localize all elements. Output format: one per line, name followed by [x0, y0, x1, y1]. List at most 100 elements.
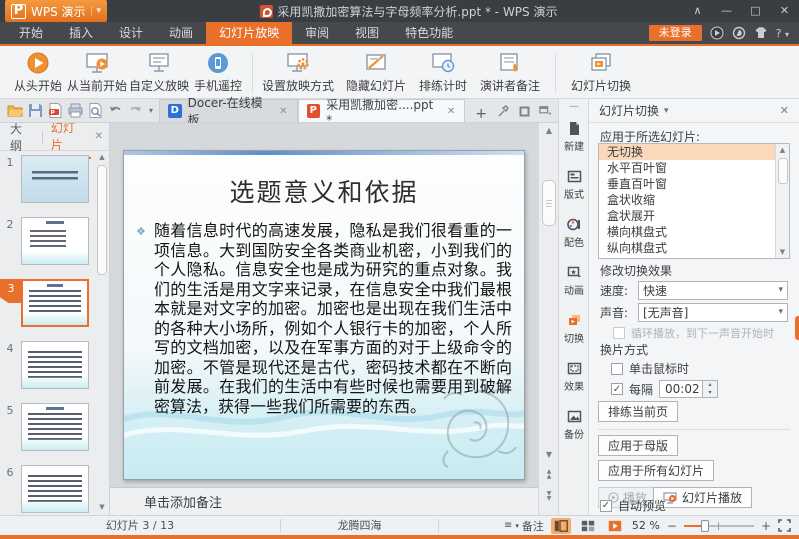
minimize-button[interactable]: — [712, 0, 741, 22]
tab-insert[interactable]: 插入 [56, 22, 106, 44]
scroll-up-icon[interactable]: ▲ [776, 146, 789, 154]
spin-up-icon[interactable]: ▴ [703, 381, 717, 389]
redo-icon[interactable] [127, 102, 144, 119]
auto-preview-checkbox[interactable]: ✓ [600, 499, 612, 512]
setup-show-button[interactable]: 设置放映方式 [259, 49, 337, 96]
scroll-up-icon[interactable]: ▲ [96, 153, 108, 161]
print-preview-icon[interactable] [87, 102, 104, 119]
slide-transition-button[interactable]: 幻灯片切换 [562, 49, 640, 96]
print-icon[interactable] [67, 102, 84, 119]
slide-thumbnail-4[interactable] [21, 341, 89, 389]
rehearse-current-button[interactable]: 排练当前页 [598, 401, 679, 422]
zoom-slider-handle[interactable] [700, 519, 709, 532]
transition-option-none[interactable]: 无切换 [599, 144, 789, 160]
on-mouse-click-checkbox[interactable] [611, 362, 623, 375]
launcher-color-scheme[interactable]: 配色 [559, 217, 589, 249]
feedback-icon[interactable] [710, 26, 724, 40]
close-button[interactable]: ✕ [770, 0, 799, 22]
custom-show-button[interactable]: 自定义放映 [128, 49, 190, 96]
help-button[interactable]: ? ▾ [776, 27, 789, 40]
launcher-effect[interactable]: 效果 [559, 361, 589, 393]
slide-canvas[interactable]: 选题意义和依据 ❖ 随着信息时代的高速发展，隐私是我们很看重的一项信息。大到国防… [123, 150, 525, 480]
zoom-out-button[interactable]: − [667, 519, 677, 533]
slide-thumbnail-2[interactable] [21, 217, 89, 265]
transition-option[interactable]: 盒状展开 [599, 208, 789, 224]
tab-animation[interactable]: 动画 [156, 22, 206, 44]
close-icon[interactable]: ✕ [95, 131, 103, 142]
chevron-down-icon[interactable]: ▾ [664, 106, 669, 116]
export-pdf-icon[interactable] [47, 102, 64, 119]
workspace-icon[interactable] [518, 105, 531, 118]
auto-advance-checkbox[interactable]: ✓ [611, 383, 623, 395]
tab-review[interactable]: 审阅 [292, 22, 342, 44]
loop-sound-checkbox[interactable] [613, 327, 625, 339]
save-icon[interactable] [27, 102, 44, 119]
transition-option[interactable]: 水平百叶窗 [599, 160, 789, 176]
main-scrollbar[interactable]: ▲ ▼ ▲ ▲ ▼ ▼ [538, 123, 558, 515]
undo-icon[interactable] [107, 102, 124, 119]
tab-list-icon[interactable] [539, 105, 552, 118]
notes-area[interactable]: 单击添加备注 [110, 487, 538, 515]
scroll-up-icon[interactable]: ▲ [539, 126, 559, 135]
transition-option[interactable]: 纵向棋盘式 [599, 240, 789, 256]
sound-select[interactable]: [无声音] ▾ [638, 302, 788, 322]
slide-thumbnail-6[interactable] [21, 465, 89, 513]
skin-icon[interactable] [754, 26, 768, 40]
phone-remote-button[interactable]: 手机遥控 [190, 49, 246, 96]
zoom-in-button[interactable]: + [761, 519, 771, 533]
close-tab-icon[interactable]: ✕ [278, 106, 288, 117]
sidebar-scrollbar[interactable]: ▲ ▼ [96, 153, 108, 511]
launcher-transition[interactable]: 切换 [559, 313, 589, 345]
doc-tab-docer[interactable]: D Docer-在线模板 ✕ [159, 96, 298, 127]
sidebar-scrollbar-thumb[interactable] [97, 165, 107, 275]
launcher-new[interactable]: 新建 [559, 121, 589, 153]
listbox-scrollbar[interactable]: ▲ ▼ [775, 144, 789, 258]
tab-view[interactable]: 视图 [342, 22, 392, 44]
transition-option[interactable]: 盒状收缩 [599, 192, 789, 208]
tab-design[interactable]: 设计 [106, 22, 156, 44]
close-tab-icon[interactable]: ✕ [446, 106, 456, 117]
normal-view-button[interactable] [550, 517, 571, 534]
slide-thumbnail-3-selected[interactable] [21, 279, 89, 327]
hide-pane-button[interactable]: — [559, 101, 589, 112]
next-slide-button[interactable]: ▼ ▼ [539, 491, 559, 502]
app-menu-button[interactable]: P WPS 演示 ▾ [5, 0, 108, 22]
slideshow-play-button[interactable]: 幻灯片播放 [653, 487, 753, 508]
transition-option[interactable]: 垂直百叶窗 [599, 176, 789, 192]
scroll-down-icon[interactable]: ▼ [776, 248, 789, 256]
qat-dropdown-icon[interactable]: ▾ [147, 106, 155, 115]
slideshow-view-button[interactable] [605, 518, 625, 534]
slide-body-block[interactable]: ❖ 随着信息时代的高速发展，隐私是我们很看重的一项信息。大到国防安全各类商业机密… [136, 221, 512, 416]
from-current-button[interactable]: 从当前开始 [66, 49, 128, 96]
transition-option[interactable]: 横向棋盘式 [599, 224, 789, 240]
outline-tab[interactable]: 大纲 [6, 123, 38, 158]
slide-thumbnail-1[interactable] [21, 155, 89, 203]
presenter-notes-button[interactable]: 演讲者备注 [471, 49, 549, 96]
auto-advance-time-input[interactable]: 00:02 [659, 380, 704, 398]
maximize-button[interactable]: □ [741, 0, 770, 22]
slide-sorter-view-button[interactable] [578, 518, 598, 534]
slides-tab[interactable]: 幻灯片 [46, 123, 91, 159]
apply-to-all-button[interactable]: 应用于所有幻灯片 [598, 460, 715, 481]
tab-slideshow[interactable]: 幻灯片放映 [206, 22, 293, 44]
rehearse-timings-button[interactable]: 排练计时 [415, 49, 471, 96]
from-beginning-button[interactable]: 从头开始 [10, 49, 66, 96]
new-tab-button[interactable]: + [465, 106, 497, 122]
zoom-slider[interactable] [683, 519, 754, 533]
launcher-layout[interactable]: 版式 [559, 169, 589, 201]
spin-down-icon[interactable]: ▾ [703, 389, 717, 397]
launcher-backup[interactable]: 备份 [559, 409, 589, 441]
fit-to-window-icon[interactable] [778, 519, 791, 532]
previous-slide-button[interactable]: ▲ ▲ [539, 469, 559, 480]
notes-toggle-button[interactable]: ≡ ▾ 备注 [504, 518, 544, 534]
main-scrollbar-thumb[interactable] [542, 180, 556, 226]
close-icon[interactable]: ✕ [780, 104, 789, 117]
panel-collapse-handle[interactable] [795, 316, 799, 340]
open-folder-icon[interactable] [7, 102, 24, 119]
apply-to-master-button[interactable]: 应用于母版 [598, 435, 679, 456]
message-icon[interactable] [732, 26, 746, 40]
tab-home[interactable]: 开始 [6, 22, 56, 44]
slide-thumbnail-5[interactable] [21, 403, 89, 451]
tab-special-features[interactable]: 特色功能 [392, 22, 466, 44]
ribbon-collapse-button[interactable]: ∧ [683, 0, 712, 22]
